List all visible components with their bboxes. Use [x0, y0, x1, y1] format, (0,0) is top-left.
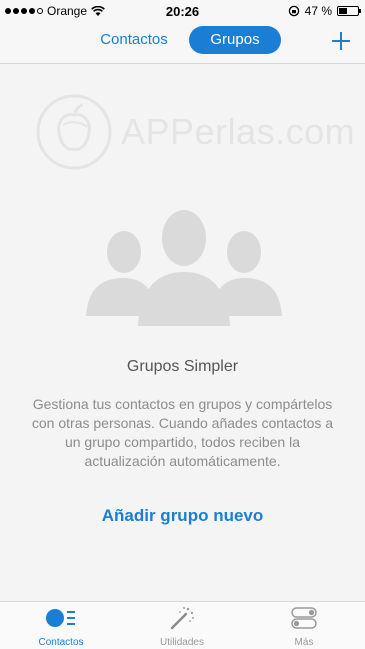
magic-wand-icon [170, 607, 194, 630]
people-group-icon [86, 210, 282, 326]
segment-grupos[interactable]: Grupos [189, 26, 281, 54]
battery-icon [337, 6, 361, 16]
navigation-bar: Contactos Grupos [0, 22, 365, 64]
add-group-button[interactable] [329, 26, 353, 54]
plus-icon [332, 32, 350, 50]
empty-state-title: Grupos Simpler [126, 358, 239, 375]
tab-label: Más [294, 637, 314, 648]
tab-contactos[interactable]: Contactos [0, 602, 122, 649]
tab-mas[interactable]: Más [243, 602, 365, 649]
watermark-text: APPerlas.com [121, 111, 356, 152]
status-right: 47 % [288, 4, 361, 18]
tab-utilidades[interactable]: Utilidades [121, 602, 243, 649]
more-toggles-icon [291, 607, 317, 629]
contacts-list-icon [46, 609, 75, 627]
status-bar: Orange 20:26 47 % [0, 0, 365, 22]
empty-state-description: Gestiona tus contactos en grupos y compá… [31, 396, 334, 469]
battery-fill [339, 8, 348, 14]
tab-label: Contactos [38, 637, 84, 648]
tab-bar: Contactos Utilidades Más [0, 601, 365, 649]
watermark: APPerlas.com [35, 93, 355, 173]
main-content: APPerlas.com Grupos Simpler Gestiona tus… [0, 65, 365, 601]
apperlas-logo-icon [36, 94, 112, 170]
battery-percentage: 47 % [304, 4, 332, 18]
segment-contactos[interactable]: Contactos [88, 26, 180, 54]
tab-label: Utilidades [160, 637, 204, 648]
add-new-group-link[interactable]: Añadir grupo nuevo [0, 506, 365, 526]
rotation-lock-icon [288, 5, 299, 17]
